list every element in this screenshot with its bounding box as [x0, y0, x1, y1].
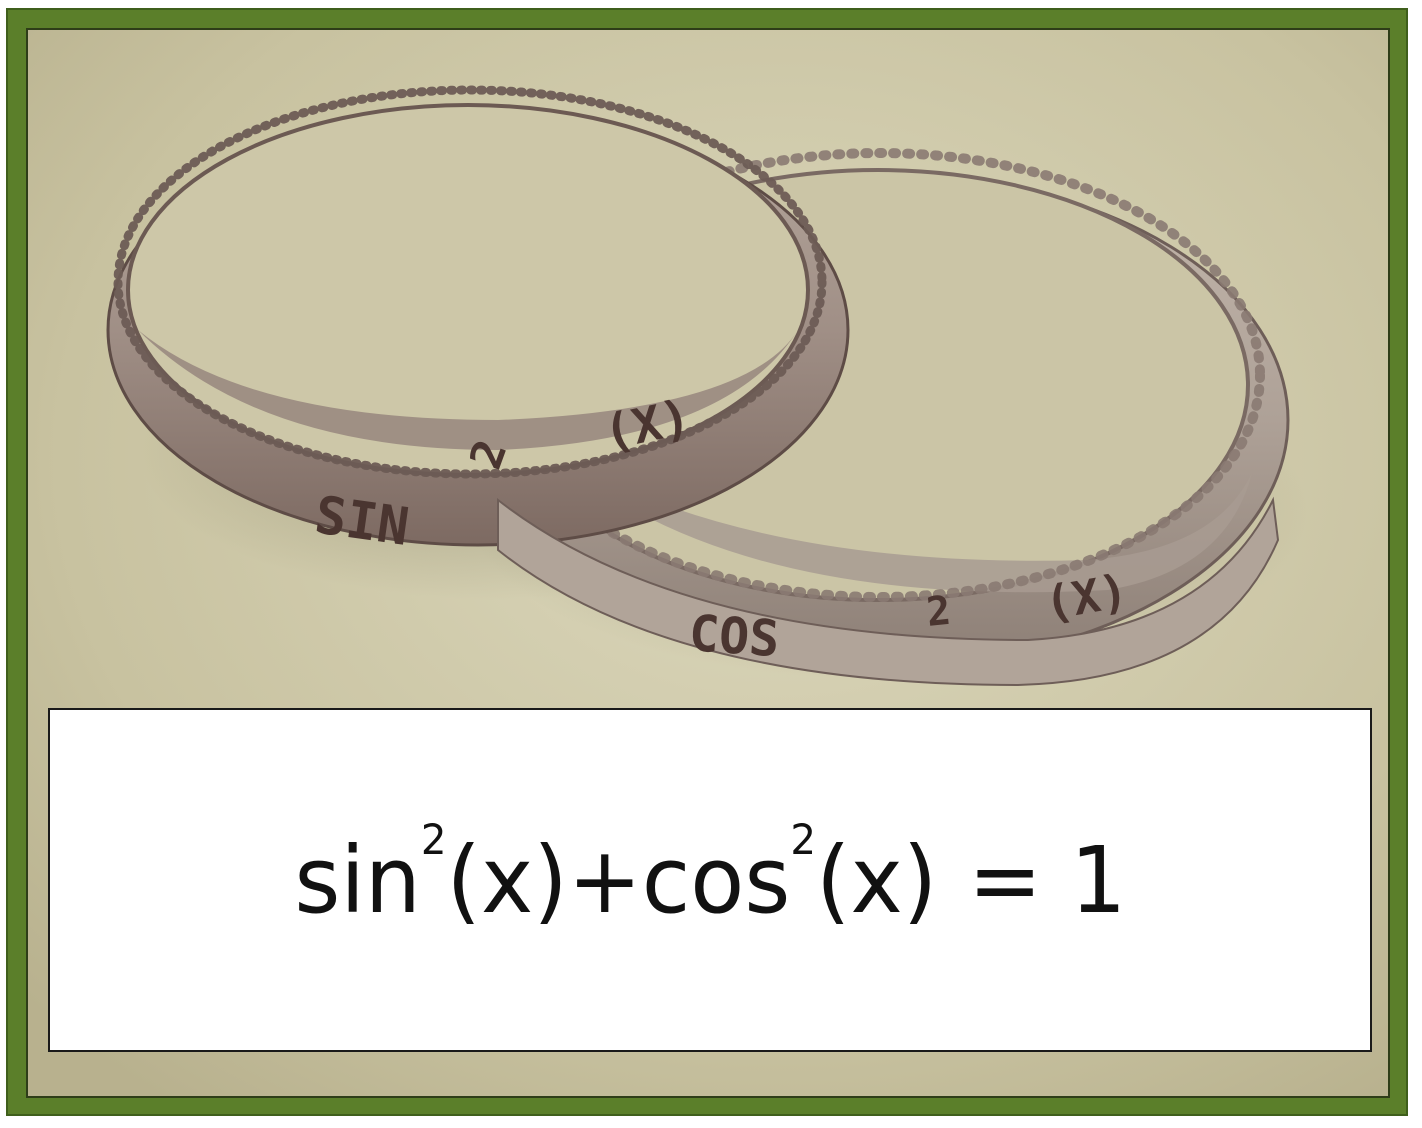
formula-cos-arg: (x) [815, 826, 937, 934]
trig-identity-formula: sin2(x)+cos2(x) = 1 [293, 818, 1127, 934]
formula-sin-power: 2 [420, 814, 447, 864]
formula-cos-power: 2 [789, 814, 816, 864]
formula-sin: sin [293, 826, 421, 934]
cos-engraving: COS [687, 604, 781, 668]
formula-equals-one: = 1 [967, 826, 1127, 934]
rings-photo: SIN 2 (X) COS 2 (X) sin2(x)+cos2(x) = 1 [26, 28, 1390, 1098]
formula-cos: cos [641, 826, 790, 934]
green-frame: SIN 2 (X) COS 2 (X) sin2(x)+cos2(x) = 1 [6, 8, 1408, 1116]
formula-sin-arg: (x)+ [446, 826, 642, 934]
cos-power-engraving: 2 [924, 588, 953, 636]
formula-caption-box: sin2(x)+cos2(x) = 1 [48, 708, 1372, 1052]
